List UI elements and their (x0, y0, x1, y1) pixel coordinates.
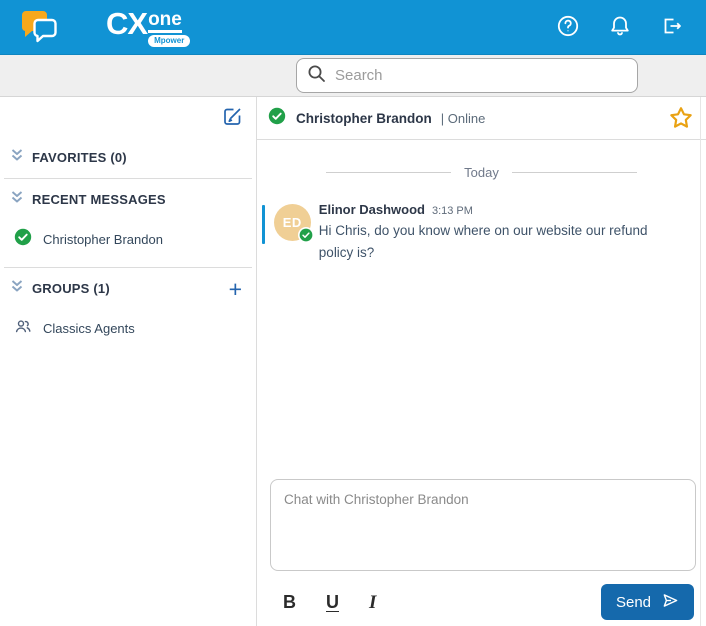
message-sender: Elinor Dashwood (318, 202, 425, 217)
chat-panel: Christopher Brandon | Online Today ED El… (257, 97, 706, 626)
composer-toolbar: B U I Send (270, 584, 696, 620)
message-timestamp: 3:13 PM (431, 205, 473, 217)
sidebar-divider (4, 267, 252, 268)
contact-name: Christopher Brandon (43, 232, 163, 247)
topbar: CX one Mpower (0, 0, 706, 55)
online-status-icon (268, 107, 286, 130)
group-name: Classics Agents (43, 321, 135, 336)
cxone-logo: CX one Mpower (106, 5, 191, 47)
message-accent-bar (262, 205, 265, 244)
notifications-button[interactable] (608, 15, 632, 39)
search-input[interactable] (335, 67, 627, 84)
add-group-button[interactable]: + (225, 277, 246, 300)
chat-bubbles-logo-icon[interactable] (18, 6, 62, 48)
chat-header: Christopher Brandon | Online (257, 97, 706, 140)
topbar-actions (556, 15, 690, 39)
sidebar: FAVORITES (0) RECENT MESSAGES Christophe… (0, 97, 257, 626)
message-content: Elinor Dashwood 3:13 PM Hi Chris, do you… (319, 202, 680, 263)
sidebar-section-favorites[interactable]: FAVORITES (0) (0, 139, 256, 176)
cxone-app: CX one Mpower Search FAVORITES (0) RECEN… (0, 0, 706, 626)
italic-button[interactable]: I (367, 591, 378, 614)
bell-icon (608, 14, 632, 41)
chat-message: ED Elinor Dashwood 3:13 PM Hi Chris, do … (262, 202, 680, 263)
chat-contact-name: Christopher Brandon (296, 110, 432, 126)
star-icon (668, 107, 694, 134)
main-area: FAVORITES (0) RECENT MESSAGES Christophe… (0, 97, 706, 626)
underline-button[interactable]: U (324, 591, 341, 613)
message-input[interactable] (270, 479, 696, 571)
compose-icon (221, 105, 244, 131)
chat-scroll-area (257, 263, 706, 479)
logout-button[interactable] (660, 15, 684, 39)
send-button[interactable]: Send (601, 584, 694, 620)
collapse-chevron-icon (10, 190, 24, 209)
online-status-icon (297, 227, 314, 243)
search-box (296, 58, 638, 93)
send-button-label: Send (615, 593, 652, 611)
sidebar-section-recent-messages[interactable]: RECENT MESSAGES (0, 181, 256, 218)
search-icon (307, 64, 326, 88)
help-button[interactable] (556, 15, 580, 39)
send-plane-icon (660, 591, 679, 614)
sidebar-contact-christopher-brandon[interactable]: Christopher Brandon (0, 218, 256, 265)
groups-label: GROUPS (1) (32, 281, 110, 296)
logo-one-text: one (148, 10, 182, 33)
help-icon (556, 14, 580, 41)
collapse-chevron-icon (10, 148, 24, 167)
day-divider: Today (257, 165, 706, 180)
logo-cx-text: CX (106, 5, 148, 41)
day-divider-label: Today (464, 165, 499, 180)
collapse-chevron-icon (10, 279, 24, 298)
sidebar-divider (4, 178, 252, 179)
sidebar-group-classics-agents[interactable]: Classics Agents (0, 307, 256, 354)
logout-icon (660, 14, 684, 41)
group-people-icon (14, 317, 32, 340)
composer: B U I Send (257, 479, 706, 626)
new-message-button[interactable] (221, 105, 244, 131)
logo-mpower-badge: Mpower (148, 34, 191, 47)
message-text: Hi Chris, do you know where on our websi… (318, 223, 648, 260)
sidebar-section-groups[interactable]: GROUPS (1) + (0, 270, 256, 307)
search-strip (0, 55, 706, 97)
online-status-icon (14, 228, 32, 251)
divider-line (511, 172, 637, 173)
bold-button[interactable]: B (281, 591, 298, 613)
compose-row (0, 97, 256, 139)
avatar: ED (273, 204, 314, 243)
divider-line (326, 172, 452, 173)
chat-contact-status: | Online (440, 110, 486, 126)
favorites-label: FAVORITES (0) (32, 150, 127, 165)
favorite-star-button[interactable] (668, 105, 694, 131)
recent-messages-label: RECENT MESSAGES (32, 192, 166, 207)
